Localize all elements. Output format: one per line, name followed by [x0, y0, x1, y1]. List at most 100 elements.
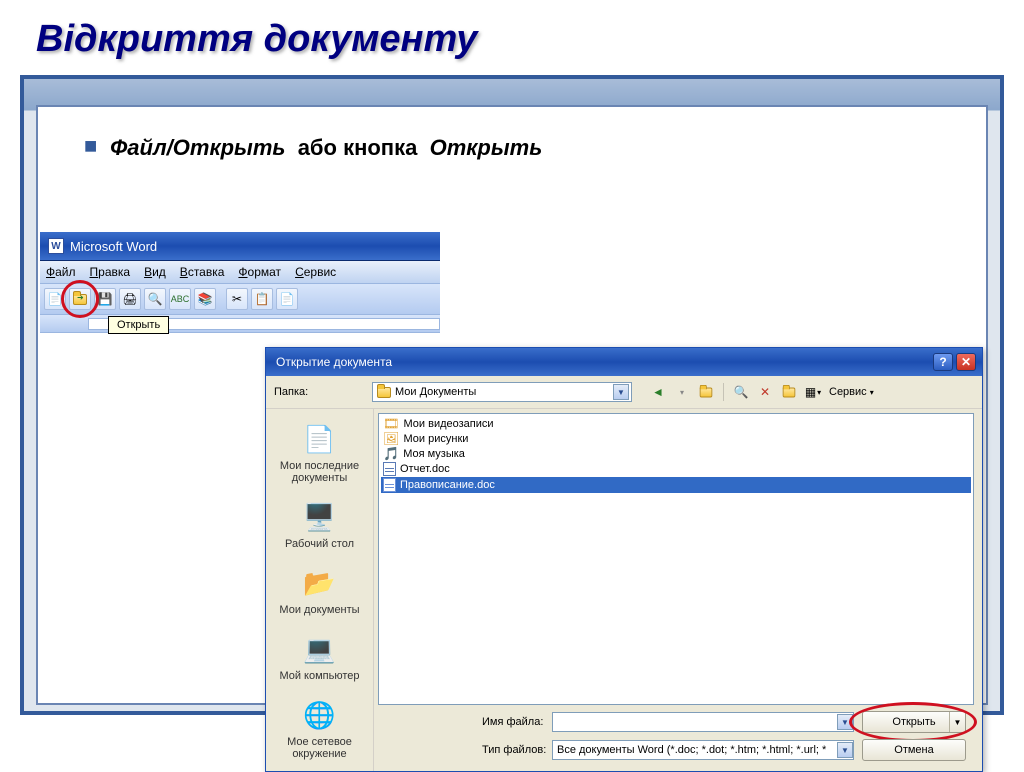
- filename-label: Имя файла:: [482, 716, 552, 728]
- new-doc-button[interactable]: 📄: [44, 288, 66, 310]
- mydocs-icon: 📂: [301, 564, 339, 602]
- ruler-area: [40, 315, 440, 333]
- folder-icon: 🎵: [383, 447, 399, 460]
- folder-icon: 🖼: [383, 432, 400, 445]
- place-recent[interactable]: 📄 Мои последние документы: [272, 413, 368, 491]
- file-item-music[interactable]: 🎵 Моя музыка: [381, 446, 971, 461]
- file-label: Моя музыка: [403, 448, 465, 460]
- file-list[interactable]: 🎞 Мои видеозаписи 🖼 Мои рисунки 🎵 Моя му…: [378, 413, 974, 705]
- dialog-body: 📄 Мои последние документы 🖥️ Рабочий сто…: [266, 409, 982, 771]
- word-titlebar: W Microsoft Word: [40, 232, 440, 261]
- word-app-icon: W: [48, 238, 64, 254]
- cancel-button[interactable]: Отмена: [862, 739, 966, 761]
- open-dialog: Открытие документа ? ✕ Папка: Мои Докуме…: [265, 347, 983, 772]
- research-button[interactable]: 📚: [194, 288, 216, 310]
- close-button[interactable]: ✕: [956, 353, 976, 371]
- desktop-icon: 🖥️: [301, 498, 339, 536]
- menu-format[interactable]: Формат: [238, 265, 281, 279]
- bullet-icon: ■: [84, 133, 98, 159]
- place-mydocs-label: Мои документы: [275, 604, 365, 616]
- print-button[interactable]: 🖨: [119, 288, 141, 310]
- file-item-video[interactable]: 🎞 Мои видеозаписи: [381, 416, 971, 431]
- instruction-button-name: Открыть: [423, 135, 542, 160]
- up-button[interactable]: [696, 382, 716, 402]
- ms-word-window: W Microsoft Word Файл Правка Вид Вставка…: [40, 232, 440, 333]
- slide-title: Відкриття документу: [0, 0, 1024, 75]
- place-desktop[interactable]: 🖥️ Рабочий стол: [272, 491, 368, 557]
- save-button[interactable]: 💾: [94, 288, 116, 310]
- filetype-combo[interactable]: Все документы Word (*.doc; *.dot; *.htm;…: [552, 740, 854, 760]
- slide-content: ■ Файл/Открыть або кнопка Открыть W Micr…: [36, 105, 988, 705]
- current-folder-name: Мои Документы: [395, 386, 476, 398]
- network-icon: 🌐: [301, 696, 339, 734]
- menu-edit[interactable]: Правка: [90, 265, 131, 279]
- search-button[interactable]: 🔍: [731, 382, 751, 402]
- file-label: Отчет.doc: [400, 463, 450, 475]
- cancel-button-label: Отмена: [894, 744, 933, 756]
- dialog-bottom: Имя файла: ▼ Открыть ▼ Тип файлов:: [374, 709, 982, 771]
- separator: [723, 383, 724, 401]
- filetype-value: Все документы Word (*.doc; *.dot; *.htm;…: [557, 744, 837, 756]
- open-button-dropdown[interactable]: ▼: [949, 712, 965, 732]
- copy-button[interactable]: 📋: [251, 288, 273, 310]
- word-title-text: Microsoft Word: [70, 239, 157, 254]
- dialog-toolbar: Папка: Мои Документы ▼ ◄ ▾ 🔍 ✕ ▦▾ Сервис…: [266, 376, 982, 409]
- place-mydocs[interactable]: 📂 Мои документы: [272, 557, 368, 623]
- menu-insert[interactable]: Вставка: [180, 265, 225, 279]
- doc-icon: [383, 478, 396, 492]
- dialog-title-text: Открытие документа: [276, 355, 392, 369]
- folder-icon: 🎞: [383, 417, 400, 430]
- dialog-titlebar: Открытие документа ? ✕: [266, 348, 982, 376]
- places-bar: 📄 Мои последние документы 🖥️ Рабочий сто…: [266, 409, 374, 771]
- spell-button[interactable]: ABC: [169, 288, 191, 310]
- word-toolbar: 📄 💾 🖨 🔍 ABC 📚 ✂ 📋 📄: [40, 284, 440, 315]
- open-action-button[interactable]: Открыть ▼: [862, 711, 966, 733]
- menu-view[interactable]: Вид: [144, 265, 166, 279]
- menu-file[interactable]: Файл: [46, 265, 76, 279]
- instruction-text: ■ Файл/Открыть або кнопка Открыть: [38, 107, 986, 173]
- doc-icon: [383, 462, 396, 476]
- look-in-combo[interactable]: Мои Документы ▼: [372, 382, 632, 402]
- file-label: Мои рисунки: [404, 433, 469, 445]
- delete-button[interactable]: ✕: [755, 382, 775, 402]
- back-dd[interactable]: ▾: [672, 382, 692, 402]
- open-folder-icon: [73, 294, 87, 305]
- instruction-mid: або кнопка: [298, 135, 418, 160]
- word-menubar: Файл Правка Вид Вставка Формат Сервис: [40, 261, 440, 284]
- combo-arrow-icon[interactable]: ▼: [837, 714, 853, 730]
- combo-arrow-icon[interactable]: ▼: [837, 742, 853, 758]
- open-button-label: Открыть: [892, 716, 935, 728]
- tools-dropdown[interactable]: Сервис ▾: [829, 386, 874, 398]
- open-tooltip: Открыть: [108, 316, 169, 334]
- instruction-command: Файл/Открыть: [110, 135, 285, 160]
- file-label: Мои видеозаписи: [404, 418, 494, 430]
- folder-icon: [377, 387, 391, 398]
- file-item-report[interactable]: Отчет.doc: [381, 461, 971, 477]
- place-network[interactable]: 🌐 Мое сетевое окружение: [272, 689, 368, 767]
- place-desktop-label: Рабочий стол: [275, 538, 365, 550]
- file-item-spelling[interactable]: Правописание.doc: [381, 477, 971, 493]
- recent-icon: 📄: [301, 420, 339, 458]
- menu-tools[interactable]: Сервис: [295, 265, 336, 279]
- place-mycomp-label: Мой компьютер: [275, 670, 365, 682]
- back-button[interactable]: ◄: [648, 382, 668, 402]
- place-mycomp[interactable]: 💻 Мой компьютер: [272, 623, 368, 689]
- window-buttons: ? ✕: [933, 353, 976, 371]
- folder-label: Папка:: [274, 386, 364, 398]
- nav-icons: ◄ ▾ 🔍 ✕ ▦▾ Сервис ▾: [648, 382, 874, 402]
- views-button[interactable]: ▦▾: [803, 382, 823, 402]
- mycomp-icon: 💻: [301, 630, 339, 668]
- print-preview-button[interactable]: 🔍: [144, 288, 166, 310]
- file-item-pictures[interactable]: 🖼 Мои рисунки: [381, 431, 971, 446]
- combo-arrow-icon[interactable]: ▼: [613, 384, 629, 400]
- file-label: Правописание.doc: [400, 479, 495, 491]
- help-button[interactable]: ?: [933, 353, 953, 371]
- paste-button[interactable]: 📄: [276, 288, 298, 310]
- filename-input[interactable]: ▼: [552, 712, 854, 732]
- cut-button[interactable]: ✂: [226, 288, 248, 310]
- filetype-label: Тип файлов:: [482, 744, 552, 756]
- slide-frame: ■ Файл/Открыть або кнопка Открыть W Micr…: [20, 75, 1004, 715]
- open-button[interactable]: [69, 288, 91, 310]
- new-folder-button[interactable]: [779, 382, 799, 402]
- place-recent-label: Мои последние документы: [275, 460, 365, 484]
